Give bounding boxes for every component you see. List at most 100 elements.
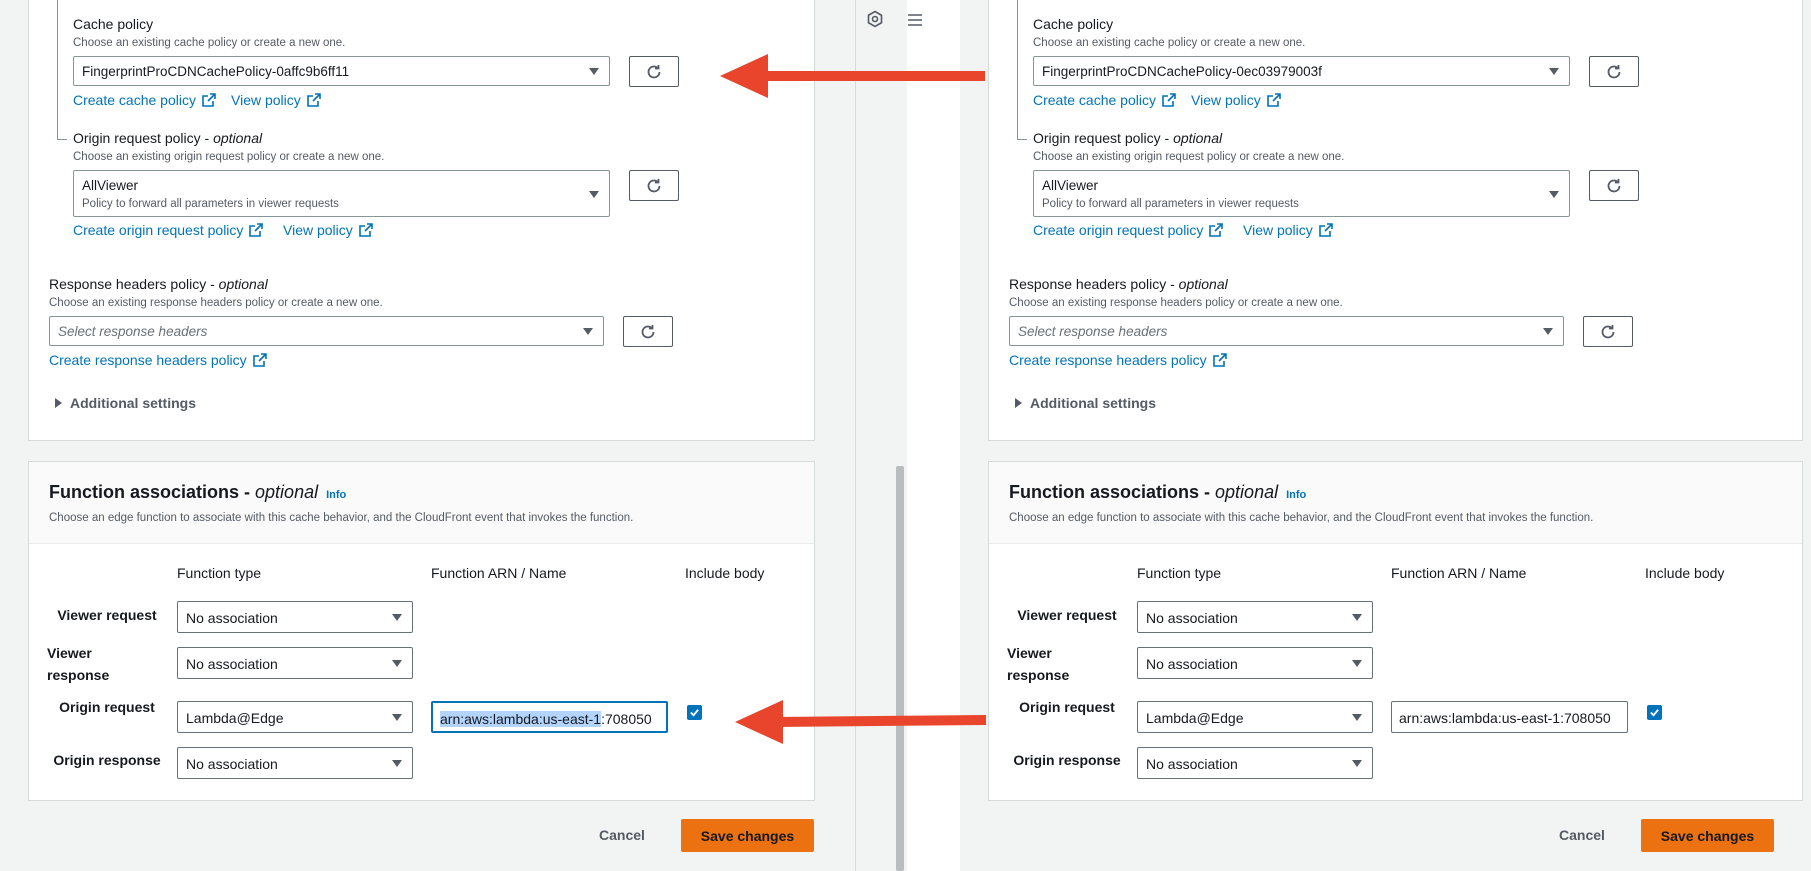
origin-request-policy-select[interactable]: AllViewer Policy to forward all paramete… [1033, 170, 1570, 217]
view-cache-policy-link[interactable]: View policy [1191, 92, 1281, 108]
refresh-icon [641, 324, 655, 338]
origin-request-policy-label: Origin request policy - optional [73, 130, 263, 146]
row-label-viewer-response: Viewer response [1007, 642, 1077, 686]
external-link-icon [306, 93, 321, 107]
additional-settings-expander[interactable]: Additional settings [55, 395, 196, 411]
external-link-icon [1212, 353, 1227, 367]
function-associations-title-text: Function associations [49, 482, 240, 502]
additional-settings-label: Additional settings [1030, 395, 1156, 411]
cache-policy-select[interactable]: FingerprintProCDNCachePolicy-0affc9b6ff1… [73, 56, 610, 86]
arn-selected-text: arn:aws:lambda:us-east-1 [440, 711, 602, 727]
row-label-origin-response: Origin response [53, 752, 161, 768]
response-headers-placeholder: Select response headers [58, 324, 208, 339]
external-link-icon [252, 353, 267, 367]
viewer-response-type-select[interactable]: No association [1137, 647, 1373, 679]
function-associations-header: Function associations - optional Info Ch… [29, 462, 814, 544]
caret-down-icon [1352, 660, 1362, 667]
origin-request-arn-input[interactable]: arn:aws:lambda:us-east-1:708050 [431, 701, 668, 733]
cache-policy-value: FingerprintProCDNCachePolicy-0ec03979003… [1042, 64, 1322, 79]
column-header-function-type: Function type [177, 565, 262, 581]
create-origin-request-policy-link[interactable]: Create origin request policy [1033, 222, 1224, 238]
response-headers-select[interactable]: Select response headers [1009, 316, 1564, 346]
column-header-function-arn: Function ARN / Name [1391, 565, 1527, 581]
caret-down-icon [392, 614, 402, 621]
include-body-checkbox[interactable] [1647, 705, 1662, 720]
cache-policy-label: Cache policy [73, 16, 154, 32]
create-origin-request-policy-text: Create origin request policy [73, 222, 244, 238]
origin-request-policy-label-text: Origin request policy [1033, 130, 1161, 146]
viewer-response-type-select[interactable]: No association [177, 647, 413, 679]
info-link[interactable]: Info [1286, 489, 1306, 501]
arn-text: arn:aws:lambda:us-east-1:708050 [1399, 710, 1611, 726]
create-cache-policy-link[interactable]: Create cache policy [1033, 92, 1176, 108]
cancel-button[interactable]: Cancel [1559, 827, 1605, 843]
tree-branch [1017, 139, 1027, 140]
create-response-headers-policy-link[interactable]: Create response headers policy [49, 352, 267, 368]
origin-response-type-select[interactable]: No association [1137, 747, 1373, 779]
external-link-icon [1266, 93, 1281, 107]
cancel-button[interactable]: Cancel [599, 827, 645, 843]
function-associations-title: Function associations - optional Info [49, 482, 347, 502]
refresh-icon [647, 178, 661, 192]
viewer-request-type-select[interactable]: No association [177, 601, 413, 633]
include-body-checkbox[interactable] [687, 705, 702, 720]
response-headers-refresh-button[interactable] [623, 316, 673, 347]
save-changes-button[interactable]: Save changes [681, 819, 814, 852]
cache-policy-select[interactable]: FingerprintProCDNCachePolicy-0ec03979003… [1033, 56, 1570, 86]
row-label-line2: response [1007, 667, 1070, 683]
function-associations-title: Function associations - optional Info [1009, 482, 1307, 502]
view-origin-request-policy-link[interactable]: View policy [283, 222, 373, 238]
optional-tag: optional [1173, 130, 1223, 146]
create-origin-request-policy-text: Create origin request policy [1033, 222, 1204, 238]
optional-tag: optional [255, 482, 319, 502]
menu-icon[interactable] [907, 12, 923, 28]
create-cache-policy-link[interactable]: Create cache policy [73, 92, 216, 108]
settings-icon[interactable] [866, 10, 884, 28]
cache-policy-refresh-button[interactable] [1589, 56, 1639, 87]
row-label-viewer-response: Viewer response [47, 642, 117, 686]
view-cache-policy-link[interactable]: View policy [231, 92, 321, 108]
origin-request-type-select[interactable]: Lambda@Edge [177, 701, 413, 733]
column-header-function-arn: Function ARN / Name [431, 565, 567, 581]
response-headers-refresh-button[interactable] [1583, 316, 1633, 347]
additional-settings-expander[interactable]: Additional settings [1015, 395, 1156, 411]
external-link-icon [249, 223, 264, 237]
caret-down-icon [589, 68, 599, 75]
function-associations-card: Function associations - optional Info Ch… [28, 461, 815, 801]
origin-request-policy-label: Origin request policy - optional [1033, 130, 1223, 146]
origin-request-arn-value: arn:aws:lambda:us-east-1:708050 [440, 711, 652, 727]
origin-request-arn-input[interactable]: arn:aws:lambda:us-east-1:708050 [1391, 701, 1628, 733]
save-changes-button[interactable]: Save changes [1641, 819, 1774, 852]
origin-request-policy-desc: Policy to forward all parameters in view… [82, 198, 339, 210]
cache-settings-card: Cache policy Choose an existing cache po… [28, 0, 815, 441]
viewer-request-type-select[interactable]: No association [1137, 601, 1373, 633]
origin-request-policy-value: AllViewer [82, 178, 139, 193]
origin-request-policy-refresh-button[interactable] [1589, 170, 1639, 201]
scrollbar[interactable] [896, 466, 904, 871]
origin-request-policy-select[interactable]: AllViewer Policy to forward all paramete… [73, 170, 610, 217]
view-origin-request-policy-link[interactable]: View policy [1243, 222, 1333, 238]
caret-down-icon [1352, 760, 1362, 767]
row-label-origin-request: Origin request [1019, 699, 1115, 715]
external-link-icon [1318, 223, 1333, 237]
origin-request-type-select[interactable]: Lambda@Edge [1137, 701, 1373, 733]
function-associations-header: Function associations - optional Info Ch… [989, 462, 1802, 544]
refresh-icon [1607, 64, 1621, 78]
info-link[interactable]: Info [326, 489, 346, 501]
response-headers-select[interactable]: Select response headers [49, 316, 604, 346]
view-cache-policy-text: View policy [1191, 92, 1261, 108]
row-label-viewer-request: Viewer request [57, 607, 157, 623]
origin-response-type-select[interactable]: No association [177, 747, 413, 779]
cache-policy-refresh-button[interactable] [629, 56, 679, 87]
view-origin-request-policy-text: View policy [1243, 222, 1313, 238]
tree-branch [57, 139, 67, 140]
create-origin-request-policy-link[interactable]: Create origin request policy [73, 222, 264, 238]
cache-policy-value: FingerprintProCDNCachePolicy-0affc9b6ff1… [82, 64, 350, 79]
response-headers-policy-hint: Choose an existing response headers poli… [49, 297, 383, 309]
caret-down-icon [392, 660, 402, 667]
origin-response-type-value: No association [186, 756, 278, 772]
create-response-headers-policy-link[interactable]: Create response headers policy [1009, 352, 1227, 368]
origin-request-policy-refresh-button[interactable] [629, 170, 679, 201]
caret-down-icon [1543, 328, 1553, 335]
checkmark-icon [690, 709, 699, 717]
